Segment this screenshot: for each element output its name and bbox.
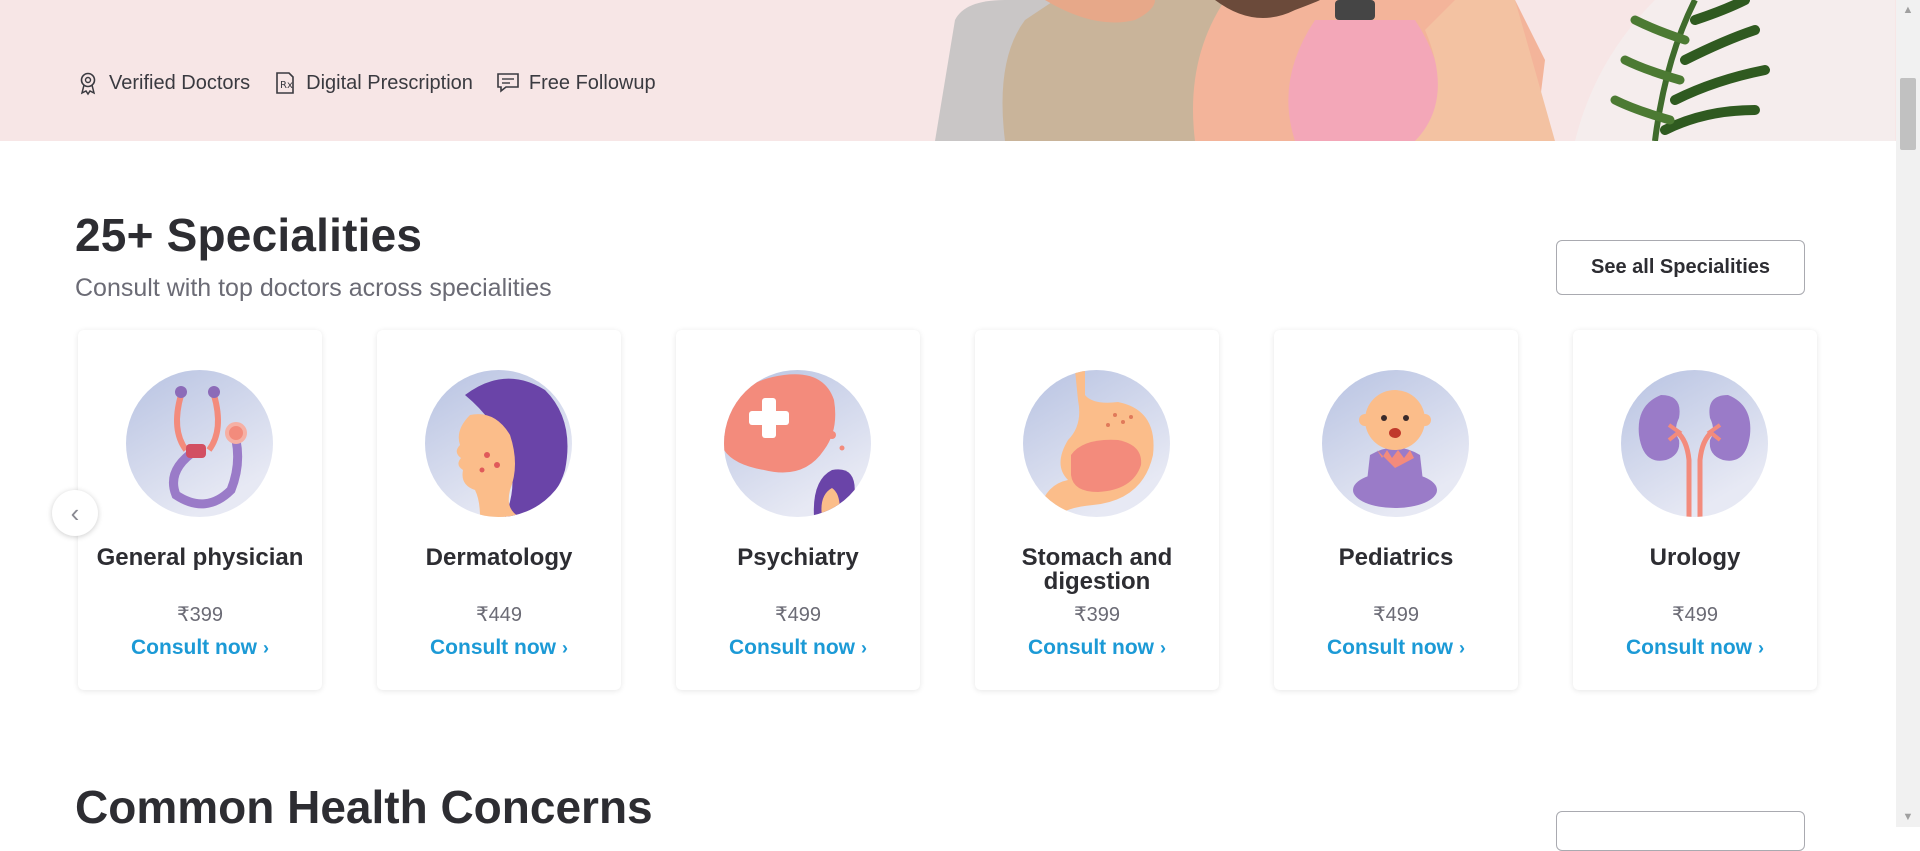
consult-now-link[interactable]: Consult now ›	[1573, 636, 1817, 660]
consult-now-link[interactable]: Consult now ›	[377, 636, 621, 660]
speciality-name: General physician	[96, 544, 304, 571]
scrollbar[interactable]: ▲ ▼	[1896, 0, 1920, 827]
speciality-price: ₹499	[1372, 604, 1420, 626]
speciality-carousel: General physician ₹399 Consult now › Derm…	[78, 330, 1818, 690]
chevron-right-icon: ›	[561, 638, 568, 658]
chevron-left-icon: ‹	[70, 497, 80, 528]
speciality-image	[1023, 370, 1170, 517]
chevron-right-icon: ›	[262, 638, 269, 658]
chat-bubble-icon	[497, 73, 519, 93]
speciality-name: Dermatology	[425, 544, 573, 571]
consult-now-label: Consult now	[131, 636, 257, 659]
speciality-name: Pediatrics	[1338, 544, 1454, 571]
speciality-image	[724, 370, 871, 517]
speciality-card-dermatology[interactable]: Dermatology ₹449 Consult now ›	[377, 330, 621, 690]
hero-photo	[935, 0, 1895, 141]
specialities-subtitle: Consult with top doctors across speciali…	[75, 274, 552, 302]
scroll-thumb[interactable]	[1900, 78, 1916, 150]
speciality-price: ₹399	[176, 604, 224, 626]
carousel-prev-button[interactable]: ‹	[52, 490, 98, 536]
feature-free-followup: Free Followup	[495, 70, 656, 96]
consult-now-label: Consult now	[1327, 636, 1453, 659]
feature-digital-prescription: Rx Digital Prescription	[272, 70, 473, 96]
speciality-card-general-physician[interactable]: General physician ₹399 Consult now ›	[78, 330, 322, 690]
scroll-down-icon[interactable]: ▼	[1896, 807, 1920, 827]
speciality-image	[126, 370, 273, 517]
speciality-image	[1621, 370, 1768, 517]
speciality-image	[425, 370, 572, 517]
consult-now-link[interactable]: Consult now ›	[1274, 636, 1518, 660]
speciality-image	[1322, 370, 1469, 517]
chevron-right-icon: ›	[1159, 638, 1166, 658]
speciality-price: ₹449	[475, 604, 523, 626]
kidney-icon	[1638, 395, 1751, 517]
chevron-right-icon: ›	[1757, 638, 1764, 658]
svg-text:Rx: Rx	[280, 80, 293, 91]
speciality-price: ₹399	[1073, 604, 1121, 626]
scroll-up-icon[interactable]: ▲	[1896, 0, 1920, 20]
consult-now-label: Consult now	[729, 636, 855, 659]
skin-face-icon	[456, 378, 568, 517]
consult-now-link[interactable]: Consult now ›	[975, 636, 1219, 660]
speciality-card-urology[interactable]: Urology ₹499 Consult now ›	[1573, 330, 1817, 690]
speciality-card-pediatrics[interactable]: Pediatrics ₹499 Consult now ›	[1274, 330, 1518, 690]
speciality-card-psychiatry[interactable]: Psychiatry ₹499 Consult now ›	[676, 330, 920, 690]
baby-icon	[1353, 390, 1437, 508]
stethoscope-icon	[169, 386, 247, 509]
stomach-icon	[1038, 370, 1154, 517]
speciality-price: ₹499	[1671, 604, 1719, 626]
award-badge-icon	[80, 72, 96, 96]
feature-verified-doctors: Verified Doctors	[75, 70, 250, 96]
hero-banner: Verified Doctors Rx Digital Prescription…	[0, 0, 1896, 141]
chevron-right-icon: ›	[860, 638, 867, 658]
health-concerns-title: Common Health Concerns	[75, 781, 653, 833]
mental-health-icon	[724, 374, 855, 517]
speciality-name: Psychiatry	[737, 544, 859, 571]
speciality-card-stomach-digestion[interactable]: Stomach and digestion ₹399 Consult now ›	[975, 330, 1219, 690]
consult-now-link[interactable]: Consult now ›	[78, 636, 322, 660]
consult-now-label: Consult now	[1626, 636, 1752, 659]
speciality-price: ₹499	[774, 604, 822, 626]
chevron-right-icon: ›	[1458, 638, 1465, 658]
speciality-name: Stomach and digestion	[1021, 544, 1173, 595]
feature-label: Digital Prescription	[306, 71, 473, 94]
specialities-title: 25+ Specialities	[75, 209, 423, 261]
see-all-specialities-button[interactable]: See all Specialities	[1556, 240, 1805, 295]
feature-list: Verified Doctors Rx Digital Prescription…	[75, 70, 656, 96]
feature-label: Free Followup	[528, 71, 656, 94]
consult-now-label: Consult now	[430, 636, 556, 659]
feature-label: Verified Doctors	[109, 71, 251, 94]
consult-now-label: Consult now	[1028, 636, 1154, 659]
prescription-icon: Rx	[276, 72, 294, 94]
speciality-name: Urology	[1649, 544, 1741, 571]
see-all-health-concerns-button[interactable]	[1556, 811, 1805, 851]
consult-now-link[interactable]: Consult now ›	[676, 636, 920, 660]
